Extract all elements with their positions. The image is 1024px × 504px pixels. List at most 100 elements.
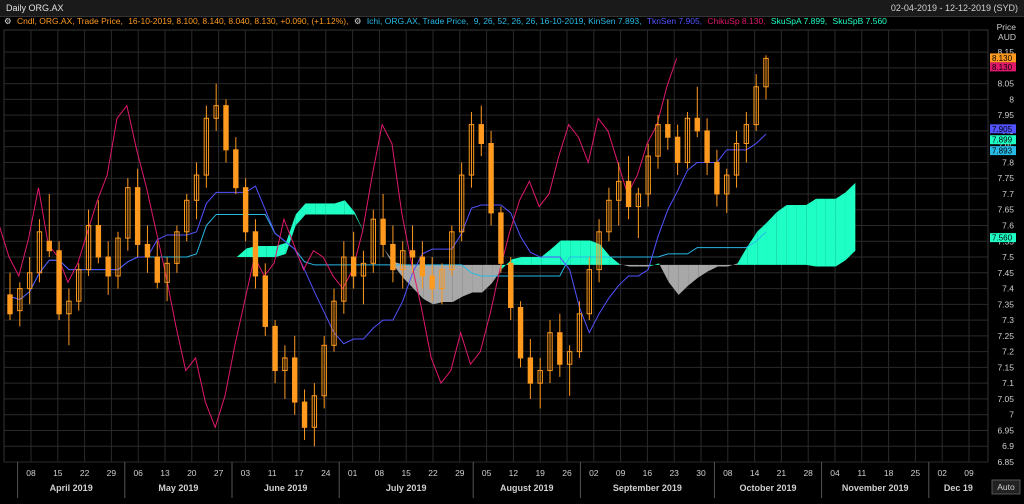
candle-body — [557, 332, 563, 365]
candle-body — [252, 231, 259, 277]
y-tick-label: 7.15 — [997, 362, 1014, 372]
x-tick-label: 24 — [321, 468, 331, 478]
x-tick-label: 06 — [133, 468, 143, 478]
x-tick-label: 28 — [803, 468, 813, 478]
x-tick-label: 15 — [401, 468, 411, 478]
candle-body — [714, 161, 720, 195]
candle-body — [429, 275, 435, 290]
month-label: July 2019 — [386, 483, 427, 493]
ichimoku-cloud-segment — [452, 264, 463, 302]
x-tick-label: 05 — [482, 468, 492, 478]
ichimoku-cloud-segment — [325, 203, 335, 215]
price-tag-label: 7.899 — [992, 136, 1013, 145]
chart-window: 6.85 6.9 6.95 7 7.05 7.1 7.15 7.2 7.25 7.3 7.35 7.4… — [0, 0, 1024, 504]
month-label: June 2019 — [264, 483, 308, 493]
ichimoku-cloud-segment — [639, 264, 650, 267]
y-tick-label: 7.35 — [997, 299, 1014, 309]
x-tick-label: 08 — [723, 468, 733, 478]
ichimoku-cloud-segment — [315, 203, 326, 215]
x-tick-label: 27 — [214, 468, 224, 478]
x-tick-label: 22 — [428, 468, 438, 478]
x-tick-label: 22 — [80, 468, 90, 478]
x-tick-label: 30 — [696, 468, 706, 478]
x-tick-label: 29 — [455, 468, 465, 478]
candle-body — [704, 130, 710, 163]
month-label: September 2019 — [613, 483, 682, 493]
price-tag-label: 8.130 — [992, 54, 1013, 63]
month-label: Dec 19 — [944, 483, 973, 493]
y-tick-label: 7.25 — [997, 331, 1014, 341]
ichimoku-cloud-segment — [266, 246, 277, 258]
candle-body — [498, 212, 504, 264]
x-tick-label: 29 — [107, 468, 117, 478]
y-tick-label: 6.95 — [997, 425, 1014, 435]
ichimoku-cloud-segment — [531, 257, 542, 265]
y-tick-label: 7.7 — [1002, 189, 1014, 199]
y-tick-label: 7.1 — [1002, 378, 1014, 388]
candle-body — [154, 256, 160, 283]
x-tick-label: 14 — [750, 468, 760, 478]
ichimoku-cloud-segment — [845, 182, 856, 261]
y-tick-label: 7.4 — [1002, 284, 1014, 294]
ichimoku-cloud-segment — [806, 198, 817, 267]
candle-body — [262, 275, 268, 327]
candle-body — [233, 149, 239, 189]
x-tick-label: 17 — [294, 468, 304, 478]
y-tick-label: 8 — [1009, 94, 1014, 104]
spanB-legend: SkuSpB 7.560 — [832, 16, 887, 26]
x-tick-label: 19 — [535, 468, 545, 478]
month-label: August 2019 — [500, 483, 554, 493]
y-tick-label: 7.65 — [997, 205, 1014, 215]
x-tick-label: 25 — [911, 468, 921, 478]
ichimoku-cloud-segment — [825, 198, 836, 267]
candle-body — [7, 294, 13, 315]
x-tick-label: 21 — [777, 468, 787, 478]
candle-body — [478, 124, 484, 145]
chart-header: Daily ORG.AX 02-04-2019 - 12-12-2019 (SY… — [0, 0, 1024, 17]
candle-body — [301, 401, 308, 428]
y-tick-label: 7.6 — [1002, 221, 1014, 231]
x-tick-label: 20 — [187, 468, 197, 478]
ichi-gear-icon[interactable]: ⚙ — [354, 16, 362, 26]
x-tick-label: 08 — [375, 468, 385, 478]
spanA-legend: SkuSpA 7.899, — [770, 16, 828, 26]
ichimoku-cloud-segment — [776, 205, 787, 265]
candle-body — [223, 105, 229, 151]
y-tick-label: 7.75 — [997, 173, 1014, 183]
ichimoku-cloud-segment — [521, 257, 532, 265]
x-tick-label: 26 — [562, 468, 572, 478]
x-tick-label: 02 — [937, 468, 947, 478]
price-tag-label: 8.130 — [992, 63, 1013, 72]
y-tick-label: 7.45 — [997, 268, 1014, 278]
ichimoku-cloud-segment — [570, 240, 581, 265]
x-tick-label: 09 — [964, 468, 974, 478]
x-tick-label: 12 — [509, 468, 519, 478]
candle-body — [272, 325, 278, 372]
date-range: 02-04-2019 - 12-12-2019 (SYD) — [890, 3, 1018, 13]
cndl-gear-icon[interactable]: ⚙ — [4, 16, 12, 26]
candle-body — [419, 256, 426, 277]
candle-body — [674, 136, 681, 163]
candle-body — [242, 187, 249, 233]
y-tick-label: 7.5 — [1002, 252, 1014, 262]
y-tick-label: 7.3 — [1002, 315, 1014, 325]
y-tick-label: 7.8 — [1002, 157, 1014, 167]
chikou-legend: ChikuSp 8.130, — [707, 16, 766, 26]
ichimoku-chart[interactable]: 6.85 6.9 6.95 7 7.05 7.1 7.15 7.2 7.25 7.3 7.35 7.4… — [0, 0, 1024, 504]
ichi-legend-label: Ichi, ORG.AX, Trade Price, — [366, 16, 469, 26]
candle-body — [144, 243, 151, 258]
candle-body — [134, 187, 141, 245]
x-tick-label: 02 — [589, 468, 599, 478]
ichimoku-cloud-segment — [796, 205, 807, 265]
x-tick-label: 01 — [348, 468, 358, 478]
currency-label: AUD — [998, 32, 1016, 42]
y-tick-label: 7 — [1009, 410, 1014, 420]
candle-body — [665, 124, 671, 138]
ichimoku-cloud-segment — [717, 264, 728, 267]
candle-body — [508, 262, 514, 308]
candle-body — [46, 240, 52, 252]
candle-body — [390, 243, 396, 271]
x-tick-label: 23 — [669, 468, 679, 478]
candle-body — [105, 256, 111, 277]
x-tick-label: 04 — [830, 468, 840, 478]
